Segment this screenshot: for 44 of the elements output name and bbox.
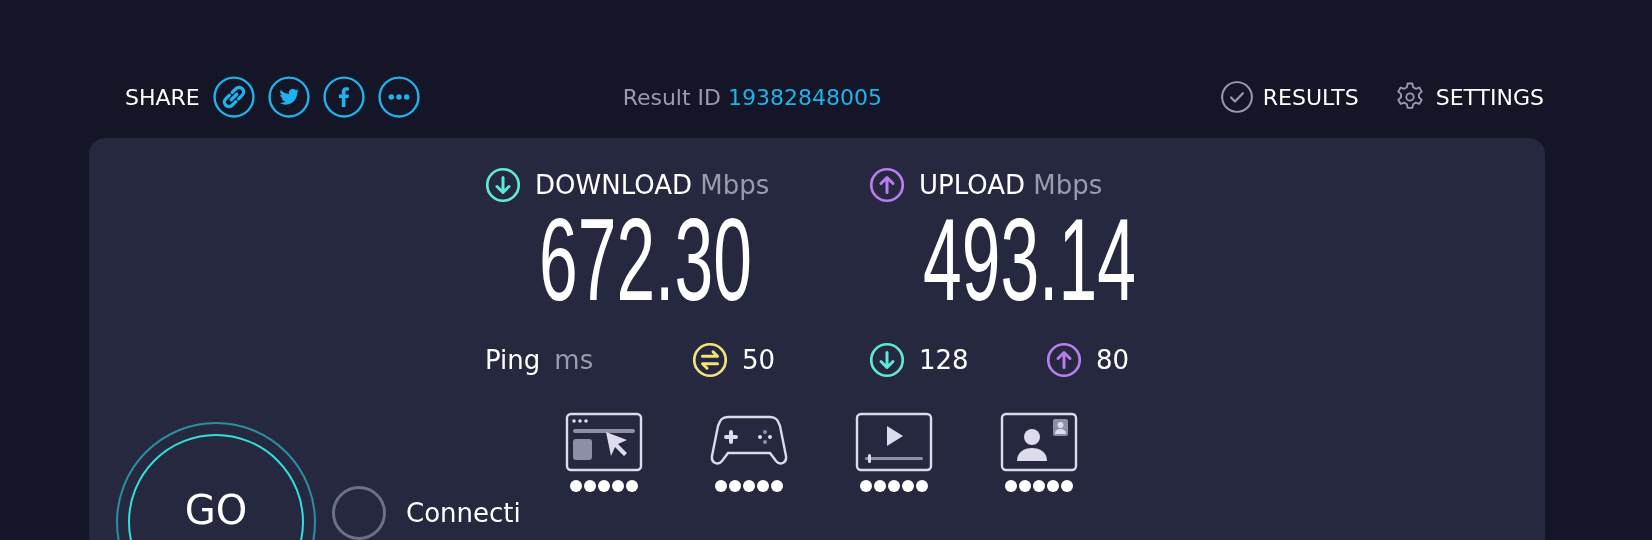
share-label: SHARE xyxy=(125,84,200,110)
rating-dot xyxy=(729,480,741,492)
connections-icon xyxy=(332,486,386,540)
video-player-icon xyxy=(855,412,933,472)
speed-value: 493.14 xyxy=(922,202,1136,314)
rating-dot xyxy=(888,480,900,492)
rating-dot xyxy=(874,480,886,492)
bird-icon[interactable] xyxy=(266,75,311,119)
go-button[interactable]: GO xyxy=(116,422,316,540)
rating-dot xyxy=(1005,480,1017,492)
rating-dot xyxy=(902,480,914,492)
rating-dot xyxy=(916,480,928,492)
check-icon xyxy=(1219,80,1254,114)
rating-dot xyxy=(1033,480,1045,492)
rating-dot xyxy=(1019,480,1031,492)
rating-dot xyxy=(1061,480,1073,492)
speed-label: UPLOAD Mbps xyxy=(919,170,1103,200)
speed-label: DOWNLOAD Mbps xyxy=(535,170,770,200)
rating-dot xyxy=(570,480,582,492)
browser-window-icon xyxy=(565,412,643,472)
rating-dot xyxy=(860,480,872,492)
rating-dot xyxy=(743,480,755,492)
rating-dot xyxy=(626,480,638,492)
facebook-icon[interactable] xyxy=(321,75,366,119)
link-icon[interactable] xyxy=(211,75,256,119)
connections-label: Connecti xyxy=(406,498,521,528)
rating-dot xyxy=(757,480,769,492)
ping-unit: ms xyxy=(554,345,594,375)
ping-value: 50 xyxy=(742,345,776,375)
ping-label: Ping xyxy=(485,345,541,375)
ping-value: 128 xyxy=(919,345,969,375)
result-id: Result ID 19382848005 xyxy=(622,84,882,110)
rating-dot xyxy=(598,480,610,492)
more-icon[interactable] xyxy=(376,75,421,119)
settings-link[interactable]: SETTINGS xyxy=(1392,80,1544,114)
ping-value: 80 xyxy=(1096,345,1130,375)
video-call-icon xyxy=(1000,412,1078,472)
rating-dot xyxy=(1047,480,1059,492)
rating-dot xyxy=(584,480,596,492)
rating-dot xyxy=(715,480,727,492)
speed-value: 672.30 xyxy=(538,202,752,314)
results-link[interactable]: RESULTS xyxy=(1219,80,1359,114)
rating-dot xyxy=(612,480,624,492)
rating-dot xyxy=(771,480,783,492)
